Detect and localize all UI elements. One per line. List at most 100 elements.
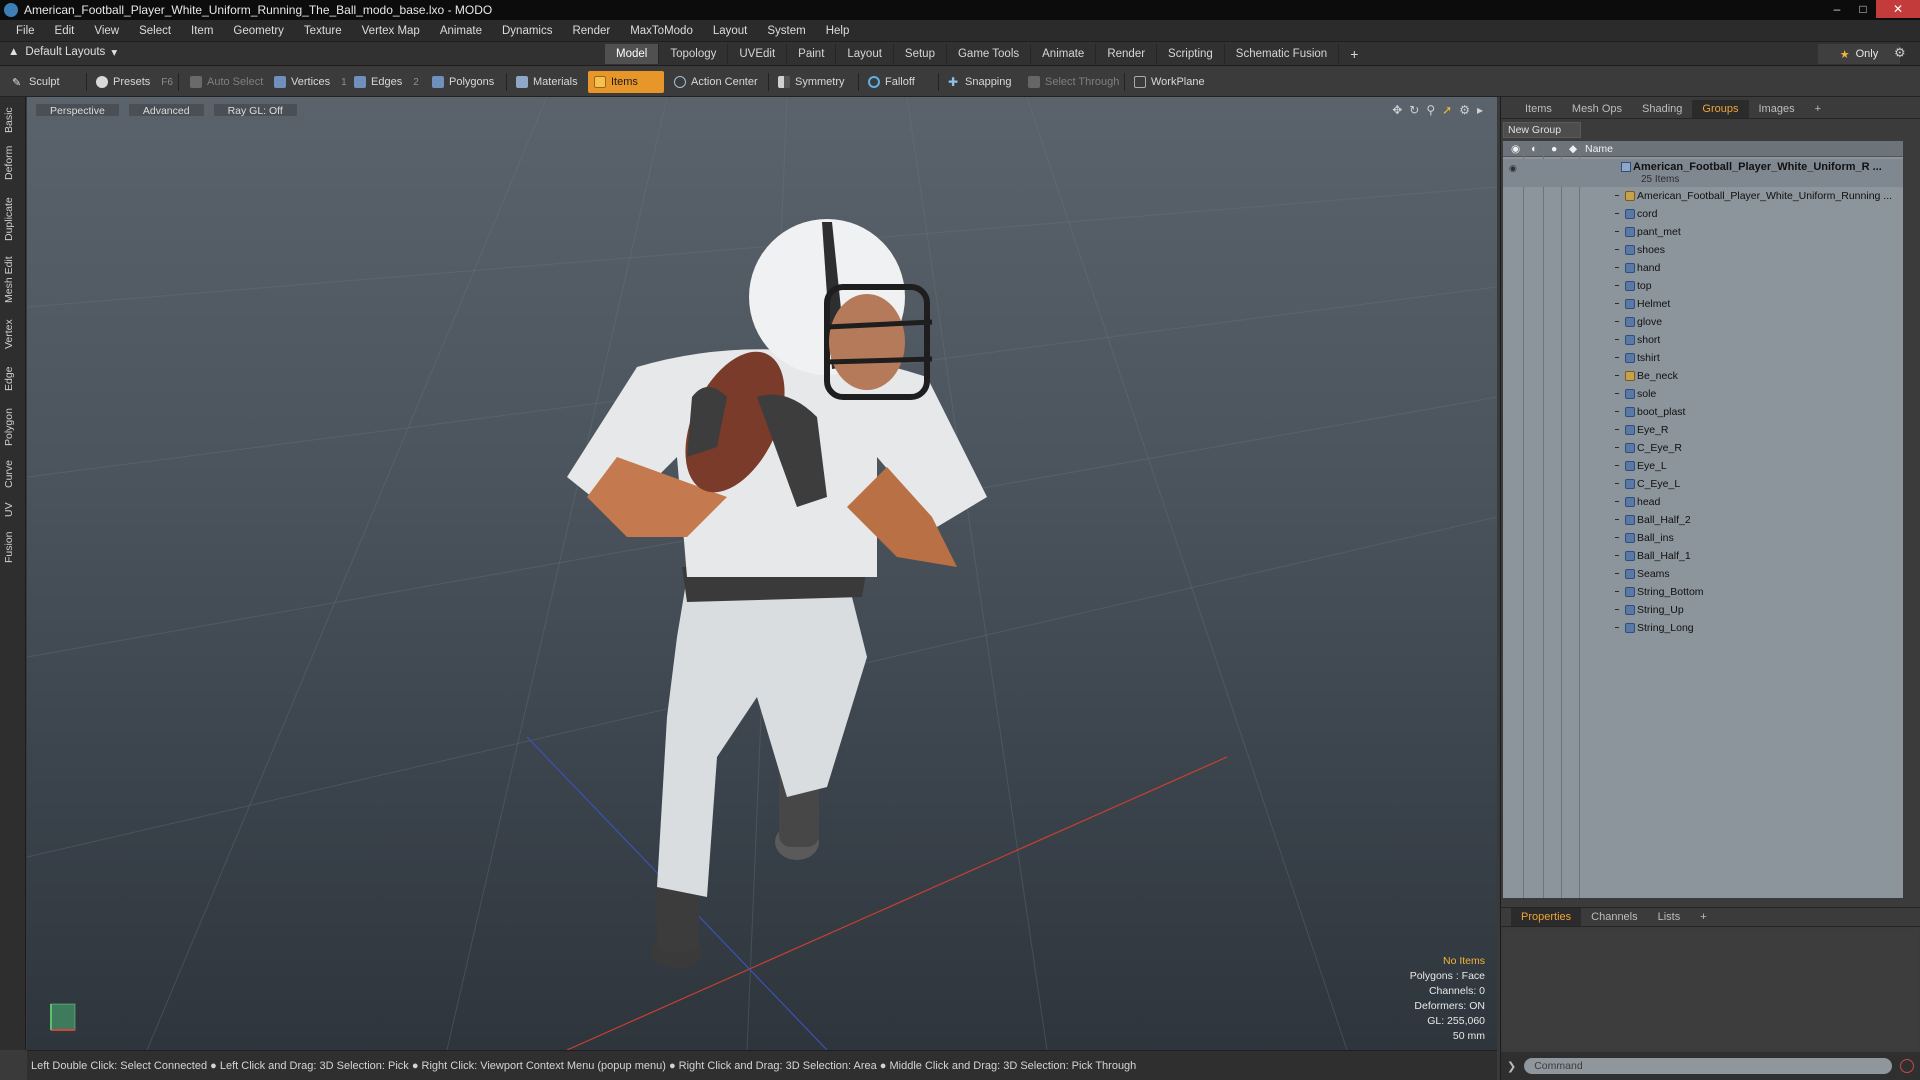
tab-game-tools[interactable]: Game Tools bbox=[947, 44, 1032, 64]
tab-channels[interactable]: Channels bbox=[1581, 908, 1647, 926]
list-item[interactable]: glove bbox=[1503, 313, 1903, 331]
add-tab-icon[interactable]: + bbox=[1339, 44, 1369, 64]
gear-icon[interactable]: ⚙ bbox=[1894, 45, 1906, 61]
list-item[interactable]: C_Eye_L bbox=[1503, 475, 1903, 493]
list-item[interactable]: Seams bbox=[1503, 565, 1903, 583]
menu-item[interactable]: Item bbox=[181, 25, 223, 37]
command-input[interactable]: Command bbox=[1524, 1058, 1893, 1074]
tab-scripting[interactable]: Scripting bbox=[1157, 44, 1225, 64]
list-item[interactable]: cord bbox=[1503, 205, 1903, 223]
new-group-button[interactable]: New Group bbox=[1503, 122, 1581, 138]
tab-mesh-ops[interactable]: Mesh Ops bbox=[1562, 100, 1632, 118]
select-through-button[interactable]: Select Through bbox=[1022, 71, 1125, 93]
tab-images[interactable]: Images bbox=[1749, 100, 1805, 118]
list-item[interactable]: tshirt bbox=[1503, 349, 1903, 367]
list-item[interactable]: String_Up bbox=[1503, 601, 1903, 619]
list-item[interactable]: hand bbox=[1503, 259, 1903, 277]
move-view-icon[interactable]: ✥ bbox=[1392, 103, 1402, 117]
auto-select-button[interactable]: Auto Select bbox=[184, 71, 269, 93]
minimize-button[interactable]: – bbox=[1824, 0, 1850, 18]
viewport-gear-icon[interactable]: ⚙ bbox=[1459, 103, 1470, 117]
view-mode-perspective[interactable]: Perspective bbox=[35, 103, 120, 117]
materials-button[interactable]: Materials bbox=[510, 71, 584, 93]
polygons-button[interactable]: Polygons bbox=[426, 71, 500, 93]
presets-button[interactable]: Presets F6 bbox=[90, 71, 179, 93]
tab-items[interactable]: Items bbox=[1515, 100, 1562, 118]
list-item[interactable]: shoes bbox=[1503, 241, 1903, 259]
add-panel-tab-icon[interactable]: + bbox=[1805, 100, 1831, 118]
symmetry-button[interactable]: Symmetry bbox=[772, 71, 851, 93]
list-item[interactable]: Helmet bbox=[1503, 295, 1903, 313]
menu-dynamics[interactable]: Dynamics bbox=[492, 25, 562, 37]
list-item[interactable]: boot_plast bbox=[1503, 403, 1903, 421]
maximize-button[interactable]: □ bbox=[1850, 0, 1876, 18]
action-center-button[interactable]: Action Center bbox=[668, 71, 764, 93]
tab-deform[interactable]: Deform bbox=[3, 143, 23, 183]
tab-paint[interactable]: Paint bbox=[787, 44, 837, 64]
tab-topology[interactable]: Topology bbox=[659, 44, 729, 64]
tab-lists[interactable]: Lists bbox=[1648, 908, 1691, 926]
menu-view[interactable]: View bbox=[84, 25, 129, 37]
rotate-view-icon[interactable]: ↻ bbox=[1409, 103, 1419, 117]
falloff-button[interactable]: Falloff bbox=[862, 71, 921, 93]
menu-file[interactable]: File bbox=[6, 25, 45, 37]
list-item[interactable]: head bbox=[1503, 493, 1903, 511]
menu-vertex-map[interactable]: Vertex Map bbox=[352, 25, 430, 37]
list-item[interactable]: sole bbox=[1503, 385, 1903, 403]
menu-edit[interactable]: Edit bbox=[45, 25, 85, 37]
tab-polygon[interactable]: Polygon bbox=[3, 405, 23, 449]
list-item[interactable]: Be_neck bbox=[1503, 367, 1903, 385]
menu-maxtomodo[interactable]: MaxToModo bbox=[620, 25, 703, 37]
snapping-button[interactable]: ✚ Snapping bbox=[942, 71, 1018, 93]
select-toggle-icon[interactable]: ◆ bbox=[1569, 143, 1577, 155]
eye-icon[interactable]: ◉ bbox=[1509, 163, 1519, 173]
list-item[interactable]: pant_met bbox=[1503, 223, 1903, 241]
tab-properties[interactable]: Properties bbox=[1511, 908, 1582, 926]
tab-model[interactable]: Model bbox=[605, 44, 660, 64]
tab-vertex[interactable]: Vertex bbox=[3, 315, 23, 353]
list-item[interactable]: short bbox=[1503, 331, 1903, 349]
lock-toggle-icon[interactable]: ● bbox=[1551, 143, 1557, 155]
tab-animate[interactable]: Animate bbox=[1031, 44, 1097, 64]
vertices-button[interactable]: Vertices 1 bbox=[268, 71, 353, 93]
sculpt-button[interactable]: ✎ Sculpt bbox=[6, 71, 66, 93]
list-item[interactable]: Eye_R bbox=[1503, 421, 1903, 439]
only-button[interactable]: ★ Only bbox=[1818, 44, 1900, 64]
menu-animate[interactable]: Animate bbox=[430, 25, 492, 37]
3d-viewport[interactable]: Perspective Advanced Ray GL: Off ✥ ↻ ⚲ ➚… bbox=[27, 97, 1497, 1050]
menu-help[interactable]: Help bbox=[816, 25, 860, 37]
tab-uv[interactable]: UV bbox=[3, 499, 23, 521]
render-toggle-icon[interactable]: ◐ bbox=[1531, 143, 1537, 155]
visibility-eye-icon[interactable]: ◉ bbox=[1511, 143, 1520, 155]
menu-render[interactable]: Render bbox=[562, 25, 620, 37]
tab-duplicate[interactable]: Duplicate bbox=[3, 193, 23, 245]
tab-curve[interactable]: Curve bbox=[3, 457, 23, 491]
menu-system[interactable]: System bbox=[757, 25, 815, 37]
tab-uvedit[interactable]: UVEdit bbox=[728, 44, 788, 64]
list-item[interactable]: C_Eye_R bbox=[1503, 439, 1903, 457]
tab-fusion[interactable]: Fusion bbox=[3, 529, 23, 565]
tab-layout[interactable]: Layout bbox=[836, 44, 894, 64]
tab-setup[interactable]: Setup bbox=[894, 44, 947, 64]
tab-schematic-fusion[interactable]: Schematic Fusion bbox=[1225, 44, 1340, 64]
menu-texture[interactable]: Texture bbox=[294, 25, 352, 37]
tab-shading[interactable]: Shading bbox=[1632, 100, 1692, 118]
raygl-toggle[interactable]: Ray GL: Off bbox=[212, 103, 298, 117]
menu-layout[interactable]: Layout bbox=[703, 25, 758, 37]
tab-groups[interactable]: Groups bbox=[1692, 99, 1749, 118]
items-button[interactable]: Items bbox=[588, 71, 664, 93]
list-item[interactable]: Eye_L bbox=[1503, 457, 1903, 475]
viewport-menu-arrow-icon[interactable]: ▸ bbox=[1477, 103, 1483, 117]
list-item[interactable]: Ball_Half_2 bbox=[1503, 511, 1903, 529]
close-button[interactable]: ✕ bbox=[1876, 0, 1920, 18]
menu-geometry[interactable]: Geometry bbox=[223, 25, 294, 37]
list-item[interactable]: American_Football_Player_White_Uniform_R… bbox=[1503, 187, 1903, 205]
tab-basic[interactable]: Basic bbox=[3, 105, 23, 135]
group-root-row[interactable]: ◉ American_Football_Player_White_Uniform… bbox=[1503, 159, 1903, 187]
list-item[interactable]: Ball_Half_1 bbox=[1503, 547, 1903, 565]
add-props-tab-icon[interactable]: + bbox=[1690, 908, 1716, 926]
list-item[interactable]: String_Bottom bbox=[1503, 583, 1903, 601]
edges-button[interactable]: Edges 2 bbox=[348, 71, 425, 93]
list-item[interactable]: top bbox=[1503, 277, 1903, 295]
menu-select[interactable]: Select bbox=[129, 25, 181, 37]
